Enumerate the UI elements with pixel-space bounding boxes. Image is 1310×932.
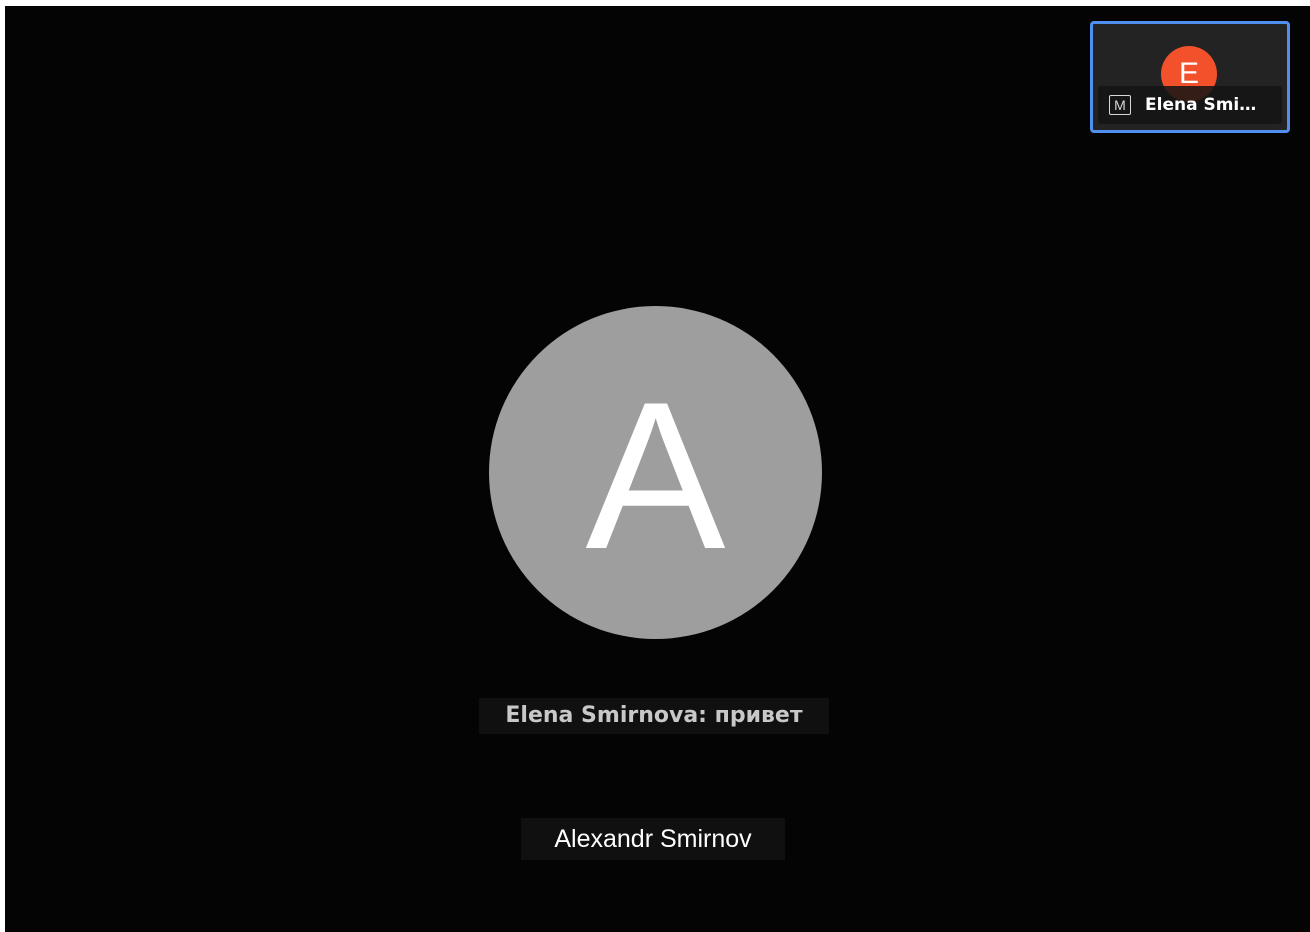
live-caption: Elena Smirnova: привет	[479, 698, 829, 734]
participant-thumbnail[interactable]: E M Elena Smi…	[1090, 21, 1290, 133]
thumbnail-participant-name: Elena Smi…	[1145, 95, 1257, 115]
meeting-stage: A Elena Smirnova: привет Alexandr Smirno…	[5, 6, 1310, 932]
muted-mic-icon: M	[1109, 95, 1131, 115]
main-participant-avatar: A	[489, 306, 822, 639]
thumbnail-name-bar: M Elena Smi…	[1098, 86, 1282, 124]
thumbnail-avatar-initial: E	[1178, 57, 1199, 90]
main-participant-name: Alexandr Smirnov	[521, 818, 785, 860]
main-avatar-initial: A	[585, 357, 726, 593]
